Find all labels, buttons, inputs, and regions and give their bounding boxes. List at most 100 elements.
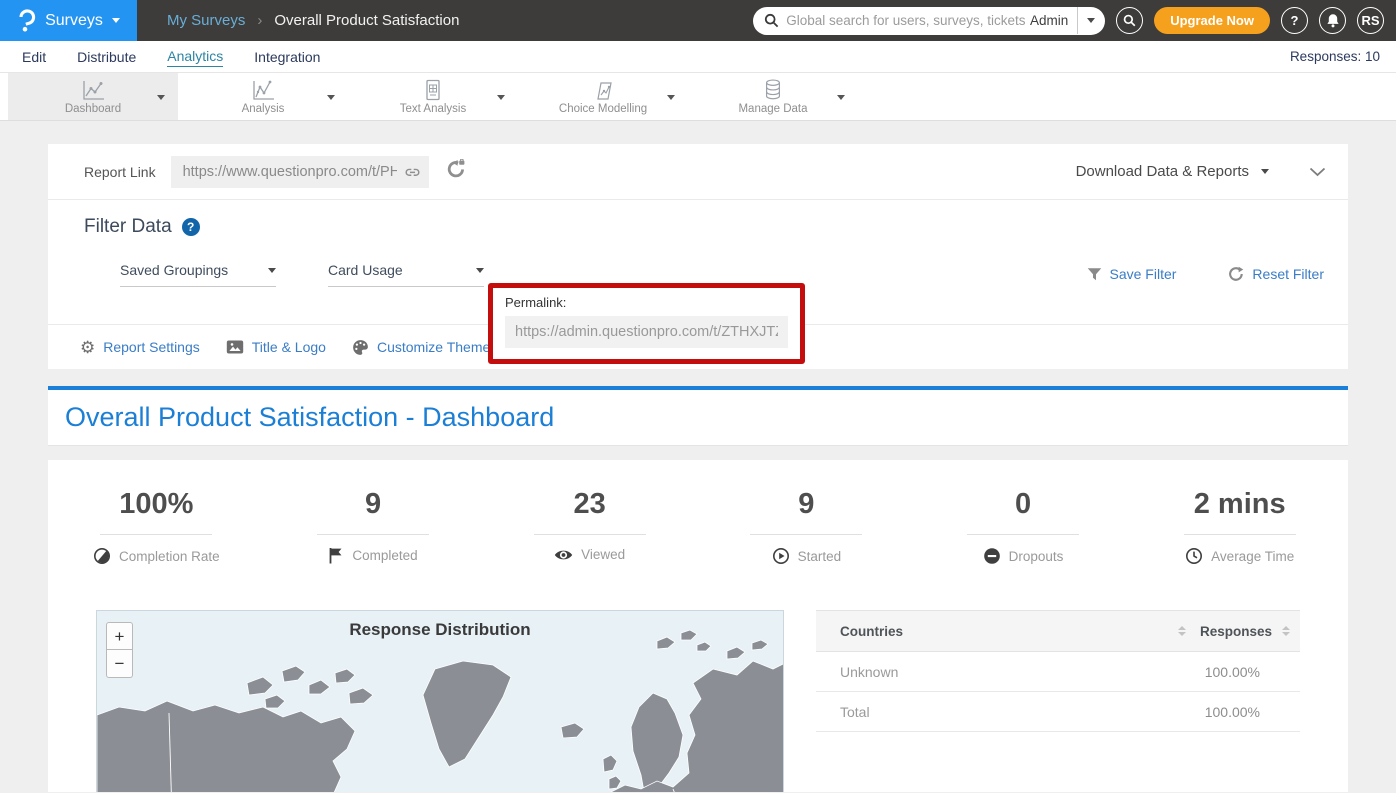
app-logo-menu[interactable]: Surveys bbox=[0, 0, 137, 41]
save-filter-button[interactable]: Save Filter bbox=[1087, 266, 1177, 282]
toolbar-item-manage-data[interactable]: Manage Data bbox=[688, 73, 858, 120]
stat-label: Completed bbox=[352, 548, 417, 563]
global-search[interactable]: Admin bbox=[753, 7, 1105, 35]
chevron-down-icon[interactable] bbox=[837, 95, 845, 100]
gear-icon: ⚙ bbox=[80, 339, 95, 356]
stat-completed: 9 Completed bbox=[265, 488, 482, 570]
saved-groupings-select[interactable]: Saved Groupings bbox=[120, 262, 276, 287]
column-responses[interactable]: Responses bbox=[1200, 624, 1272, 639]
analysis-chart-icon bbox=[250, 79, 276, 101]
toolbar-item-analysis[interactable]: Analysis bbox=[178, 73, 348, 120]
tab-edit[interactable]: Edit bbox=[22, 47, 46, 67]
map-zoom-out-button[interactable]: − bbox=[106, 650, 133, 678]
help-icon[interactable]: ? bbox=[182, 218, 200, 236]
chevron-down-icon bbox=[476, 268, 484, 273]
title-logo-link[interactable]: Title & Logo bbox=[226, 339, 326, 355]
header-actions: Admin Upgrade Now ? RS bbox=[753, 7, 1396, 35]
stat-label: Viewed bbox=[581, 547, 625, 562]
toolbar-item-label: Manage Data bbox=[738, 103, 807, 115]
avatar[interactable]: RS bbox=[1357, 7, 1384, 34]
customize-theme-link[interactable]: Customize Theme bbox=[352, 339, 490, 356]
advanced-search-button[interactable] bbox=[1116, 7, 1143, 34]
country-name: Total bbox=[840, 704, 1205, 720]
country-responses: 100.00% bbox=[1205, 664, 1260, 680]
country-responses: 100.00% bbox=[1205, 704, 1260, 720]
manage-data-icon bbox=[762, 79, 784, 101]
secure-link-icon[interactable] bbox=[446, 159, 466, 184]
breadcrumb-current: Overall Product Satisfaction bbox=[274, 12, 459, 29]
stat-label: Average Time bbox=[1211, 549, 1294, 564]
sort-icon[interactable] bbox=[1282, 626, 1290, 636]
filter-data-title: Filter Data bbox=[84, 216, 172, 238]
search-input[interactable] bbox=[786, 13, 1030, 28]
table-row: Unknown 100.00% bbox=[816, 652, 1300, 692]
chevron-down-icon[interactable] bbox=[667, 95, 675, 100]
funnel-icon bbox=[1087, 267, 1102, 282]
chevron-down-icon bbox=[112, 18, 120, 23]
tab-analytics[interactable]: Analytics bbox=[167, 46, 223, 67]
chevron-down-icon[interactable] bbox=[157, 95, 165, 100]
link-icon[interactable] bbox=[404, 164, 421, 185]
breadcrumb-my-surveys[interactable]: My Surveys bbox=[167, 12, 245, 29]
notifications-button[interactable] bbox=[1319, 7, 1346, 34]
question-mark-icon: ? bbox=[1291, 13, 1299, 28]
report-link-input[interactable] bbox=[171, 156, 429, 188]
report-settings-link[interactable]: ⚙ Report Settings bbox=[80, 339, 200, 356]
stat-dropouts: 0 Dropouts bbox=[915, 488, 1132, 570]
card-usage-select[interactable]: Card Usage bbox=[328, 262, 484, 287]
breadcrumb-separator-icon: › bbox=[257, 12, 262, 29]
world-map[interactable] bbox=[97, 629, 784, 792]
toolbar-item-choice-modelling[interactable]: Choice Modelling bbox=[518, 73, 688, 120]
palette-icon bbox=[352, 339, 369, 356]
sort-icon[interactable] bbox=[1178, 626, 1186, 636]
countries-table: Countries Responses Unknown 100.00% Tota… bbox=[816, 610, 1300, 792]
permalink-input[interactable] bbox=[505, 316, 788, 348]
distribution-row: Response Distribution + − bbox=[48, 610, 1348, 792]
analytics-toolbar: Dashboard Analysis Text Analysis bbox=[0, 73, 1396, 121]
map-zoom-in-button[interactable]: + bbox=[106, 622, 133, 650]
reset-filter-button[interactable]: Reset Filter bbox=[1228, 266, 1324, 282]
chevron-down-icon[interactable] bbox=[327, 95, 335, 100]
toolbar-item-label: Analysis bbox=[242, 103, 285, 115]
stat-label: Dropouts bbox=[1009, 549, 1064, 564]
toolbar-item-dashboard[interactable]: Dashboard bbox=[8, 73, 178, 120]
filter-data-section: Filter Data ? Saved Groupings Card Usage… bbox=[48, 200, 1348, 325]
refresh-icon bbox=[1228, 266, 1244, 282]
chevron-down-icon bbox=[1309, 167, 1326, 177]
collapse-panel-button[interactable] bbox=[1309, 167, 1326, 177]
toolbar-item-text-analysis[interactable]: Text Analysis bbox=[348, 73, 518, 120]
tab-integration[interactable]: Integration bbox=[254, 47, 320, 67]
reset-filter-label: Reset Filter bbox=[1252, 266, 1324, 282]
upgrade-button[interactable]: Upgrade Now bbox=[1154, 7, 1270, 34]
table-row: Total 100.00% bbox=[816, 692, 1300, 732]
stats-row: 100% Completion Rate 9 Completed bbox=[48, 460, 1348, 570]
column-countries[interactable]: Countries bbox=[840, 624, 1178, 639]
toolbar-item-label: Choice Modelling bbox=[559, 103, 647, 115]
stat-average-time: 2 mins Average Time bbox=[1131, 488, 1348, 570]
bell-icon bbox=[1326, 13, 1340, 28]
search-scope-label[interactable]: Admin bbox=[1030, 13, 1068, 28]
page-title: Overall Product Satisfaction - Dashboard bbox=[65, 402, 554, 433]
search-icon bbox=[1123, 14, 1136, 27]
report-link-row: Report Link Download Data & Reports bbox=[48, 144, 1348, 200]
text-analysis-icon bbox=[422, 79, 444, 101]
map-zoom-controls: + − bbox=[106, 622, 133, 678]
search-icon bbox=[764, 13, 779, 28]
dashboard-chart-icon bbox=[80, 79, 106, 101]
search-scope-caret-icon[interactable] bbox=[1087, 18, 1095, 23]
permalink-highlight-box: Permalink: bbox=[488, 283, 805, 364]
choice-modelling-icon bbox=[591, 79, 615, 101]
image-icon bbox=[226, 339, 244, 355]
download-data-reports-menu[interactable]: Download Data & Reports bbox=[1076, 163, 1269, 180]
report-settings-card: Report Link Download Data & Reports bbox=[48, 144, 1348, 369]
stat-value: 2 mins bbox=[1131, 488, 1348, 521]
response-distribution-map: Response Distribution + − bbox=[96, 610, 784, 792]
help-button[interactable]: ? bbox=[1281, 7, 1308, 34]
stat-value: 100% bbox=[48, 488, 265, 521]
tab-distribute[interactable]: Distribute bbox=[77, 47, 136, 67]
top-header: Surveys My Surveys › Overall Product Sat… bbox=[0, 0, 1396, 41]
chevron-down-icon[interactable] bbox=[497, 95, 505, 100]
stat-completion-rate: 100% Completion Rate bbox=[48, 488, 265, 570]
stat-label: Completion Rate bbox=[119, 549, 220, 564]
search-divider bbox=[1077, 7, 1078, 34]
